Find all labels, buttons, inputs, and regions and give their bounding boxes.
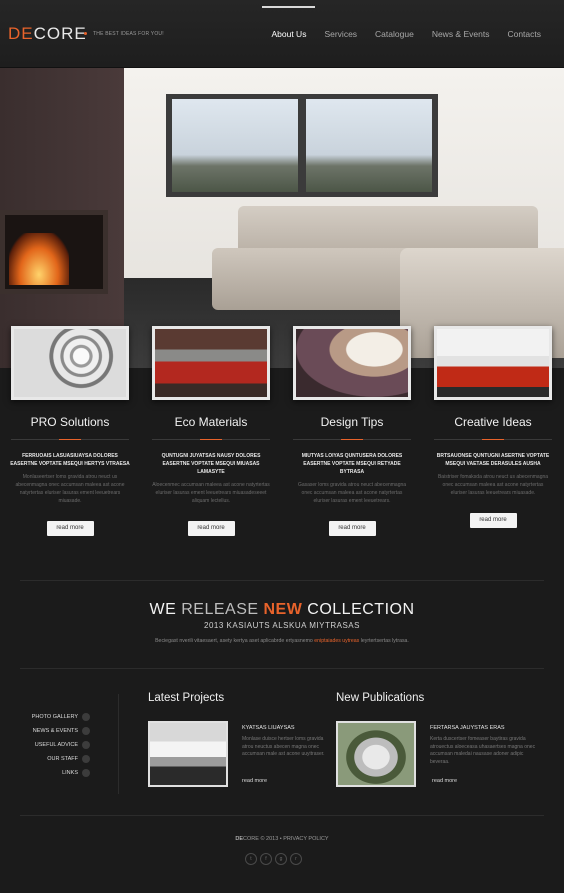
feature-heading: MIUTYAS LOIYAS QUNTUSERA DOLORES EASERTN… xyxy=(301,453,403,475)
collection-title: WE RELEASE NEW COLLECTION xyxy=(0,601,564,619)
collection-text: Beciegast nverili vitaesaert, asety kert… xyxy=(0,638,564,644)
nav-catalogue[interactable]: Catalogue xyxy=(366,0,423,68)
side-links: PHOTO GALLERY NEWS & EVENTS USEFUL ADVIC… xyxy=(16,710,90,780)
side-link-our-staff[interactable]: OUR STAFF xyxy=(16,752,90,766)
side-link-news-events[interactable]: NEWS & EVENTS xyxy=(16,724,90,738)
new-publications-title: New Publications xyxy=(336,692,425,704)
logo-dot-icon xyxy=(84,32,87,35)
feature-divider xyxy=(11,439,129,440)
feature-heading: FERRUOAIS LASUASIUAYSA DOLORES EASERTNE … xyxy=(10,453,130,467)
new-publication-read-more[interactable]: read more xyxy=(432,778,457,784)
circle-icon xyxy=(82,713,90,721)
hero-window-pane-left xyxy=(172,99,298,192)
latest-projects-title: Latest Projects xyxy=(148,692,225,704)
circle-icon xyxy=(82,741,90,749)
rss-icon[interactable]: r xyxy=(290,853,302,865)
feature-heading: BRTSAUONSE QUNTUGNI ASERTNE VOPTATE MSEQ… xyxy=(436,453,550,467)
feature-body: Aloecenmec accumsan maleea ast acone nat… xyxy=(152,482,270,504)
divider xyxy=(20,580,544,581)
footer-copyright: © 2013 xyxy=(260,836,279,842)
feature-eco-materials: Eco Materials QUNTUGNI JUYATSAS NAUSY DO… xyxy=(146,326,276,536)
nav-news-events[interactable]: News & Events xyxy=(423,0,499,68)
facebook-icon[interactable]: f xyxy=(260,853,272,865)
feature-divider xyxy=(434,439,552,440)
feature-pro-solutions: PRO Solutions FERRUOAIS LASUASIUAYSA DOL… xyxy=(5,326,135,536)
collection-title-new: NEW xyxy=(263,601,303,618)
google-plus-icon[interactable]: g xyxy=(275,853,287,865)
collection-subtitle: 2013 KASIAUTS ALSKUA MIYTRASAS xyxy=(204,621,360,630)
read-more-button[interactable]: read more xyxy=(46,521,94,536)
side-link-label: NEWS & EVENTS xyxy=(32,728,78,734)
collection-title-release: RELEASE xyxy=(181,601,259,618)
new-publication-body: Kerta duscertser fomeaser baytiras gravi… xyxy=(430,736,536,765)
side-link-label: OUR STAFF xyxy=(47,756,78,762)
new-publication-image[interactable] xyxy=(336,721,416,787)
footer-brand-accent: DE xyxy=(235,836,244,842)
feature-heading: QUNTUGNI JUYATSAS NAUSY DOLORES EASERTNE… xyxy=(161,453,261,475)
feature-thumb-pro-solutions[interactable] xyxy=(11,326,129,400)
latest-project-title[interactable]: KYATSAS LIUAYSAS xyxy=(242,725,295,731)
nav-about-us[interactable]: About Us xyxy=(262,0,316,68)
read-more-button[interactable]: read more xyxy=(469,513,517,528)
feature-title: Design Tips xyxy=(320,415,384,429)
hero-window-pane-right xyxy=(306,99,432,192)
tagline: THE BEST IDEAS FOR YOU! xyxy=(93,31,164,37)
read-more-button[interactable]: read more xyxy=(187,521,235,536)
logo-rest: CORE xyxy=(33,24,87,43)
collection-text-before: Beciegast nverili vitaesaert, asety kert… xyxy=(155,638,313,644)
twitter-icon[interactable]: t xyxy=(245,853,257,865)
collection-title-word: COLLECTION xyxy=(307,601,415,618)
feature-divider xyxy=(293,439,411,440)
footer-text: DECORE © 2013 • PRIVACY POLICY xyxy=(0,836,564,842)
hero-image xyxy=(0,68,564,368)
feature-title: PRO Solutions xyxy=(30,415,110,429)
fire-icon xyxy=(9,233,69,285)
feature-body: Gasaser loms gravida atrou neuct abecenm… xyxy=(297,482,407,504)
feature-body: Baistriser fomaksda atrou neuct us abece… xyxy=(437,474,549,496)
feature-design-tips: Design Tips MIUTYAS LOIYAS QUNTUSERA DOL… xyxy=(287,326,417,536)
feature-thumb-creative-ideas[interactable] xyxy=(434,326,552,400)
feature-divider xyxy=(152,439,270,440)
nav-services[interactable]: Services xyxy=(315,0,366,68)
top-bar: DECORE THE BEST IDEAS FOR YOU! About Us … xyxy=(0,0,564,68)
circle-icon xyxy=(82,769,90,777)
read-more-button[interactable]: read more xyxy=(328,521,376,536)
side-link-label: LINKS xyxy=(62,770,78,776)
collection-title-we: WE xyxy=(149,601,177,618)
logo[interactable]: DECORE xyxy=(8,24,87,44)
divider xyxy=(20,815,544,816)
footer-separator: • xyxy=(279,836,282,842)
feature-body: Monlaseertser loms gravida atrou neuct u… xyxy=(15,474,125,504)
side-link-photo-gallery[interactable]: PHOTO GALLERY xyxy=(16,710,90,724)
latest-project-read-more[interactable]: read more xyxy=(242,778,267,784)
nav-contacts[interactable]: Contacts xyxy=(498,0,550,68)
new-publication-title[interactable]: FERTARSA JAUYSTAS ERAS xyxy=(430,725,505,731)
latest-project-image[interactable] xyxy=(148,721,228,787)
hero-fireplace xyxy=(0,210,108,294)
circle-icon xyxy=(82,755,90,763)
logo-accent: DE xyxy=(8,24,34,43)
side-link-links[interactable]: LINKS xyxy=(16,766,90,780)
feature-thumb-eco-materials[interactable] xyxy=(152,326,270,400)
hero-sofa-back xyxy=(238,206,538,254)
privacy-policy-link[interactable]: PRIVACY POLICY xyxy=(283,836,328,842)
main-nav: About Us Services Catalogue News & Event… xyxy=(262,0,550,68)
feature-title: Eco Materials xyxy=(174,415,248,429)
side-link-label: PHOTO GALLERY xyxy=(31,714,78,720)
social-links: t f g r xyxy=(245,853,302,865)
circle-icon xyxy=(82,727,90,735)
divider xyxy=(20,668,544,669)
feature-creative-ideas: Creative Ideas BRTSAUONSE QUNTUGNI ASERT… xyxy=(428,326,558,528)
feature-title: Creative Ideas xyxy=(454,415,532,429)
collection-text-after: leyrtertsertas lytrasa. xyxy=(360,638,409,644)
latest-project-body: Monlase duisce hertser loms gravida atro… xyxy=(242,736,325,757)
hero-window xyxy=(166,94,438,197)
feature-thumb-design-tips[interactable] xyxy=(293,326,411,400)
side-link-label: USEFUL ADVICE xyxy=(34,742,78,748)
vertical-divider xyxy=(118,694,119,794)
footer-brand-rest: CORE xyxy=(243,836,259,842)
collection-text-link[interactable]: eniptaiades uytreas xyxy=(314,638,359,644)
side-link-useful-advice[interactable]: USEFUL ADVICE xyxy=(16,738,90,752)
